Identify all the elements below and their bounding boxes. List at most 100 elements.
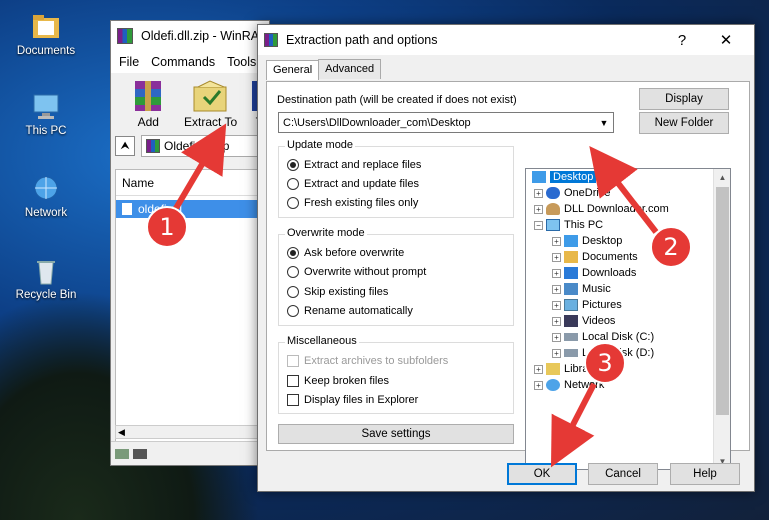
- radio-skip-existing[interactable]: Skip existing files: [287, 286, 388, 298]
- tree-item-documents[interactable]: + Documents: [552, 251, 638, 263]
- radio-overwrite-without-prompt[interactable]: Overwrite without prompt: [287, 266, 426, 278]
- expand-icon[interactable]: +: [552, 236, 561, 246]
- radio-rename-automatically[interactable]: Rename automatically: [287, 305, 413, 317]
- expand-icon[interactable]: +: [552, 300, 561, 310]
- radio-control[interactable]: [287, 178, 299, 190]
- pictures-icon: [564, 299, 578, 311]
- extract-to-button[interactable]: Extract To: [182, 79, 240, 131]
- tree-item-pictures[interactable]: + Pictures: [552, 299, 622, 311]
- desktop-icon-label: Documents: [16, 45, 76, 57]
- expand-icon[interactable]: +: [534, 188, 543, 198]
- update-mode-group: Update mode Extract and replace files Ex…: [278, 139, 514, 218]
- desktop-icon-network[interactable]: Network: [6, 174, 86, 219]
- expand-icon[interactable]: +: [552, 252, 561, 262]
- expand-icon[interactable]: +: [534, 380, 543, 390]
- desktop-icon-recycle-bin[interactable]: Recycle Bin: [6, 256, 86, 301]
- expand-icon[interactable]: +: [534, 204, 543, 214]
- desktop-icon-documents[interactable]: Documents: [6, 12, 86, 57]
- menu-commands[interactable]: Commands: [151, 55, 215, 69]
- expand-icon[interactable]: +: [552, 316, 561, 326]
- ok-button[interactable]: OK: [507, 463, 577, 485]
- tab-advanced[interactable]: Advanced: [318, 59, 382, 79]
- display-button[interactable]: Display: [639, 88, 729, 110]
- horizontal-scrollbar[interactable]: ◀: [115, 425, 265, 439]
- archive-path-field[interactable]: Oldefi.dll.zip: [141, 135, 265, 157]
- radio-label: Overwrite without prompt: [304, 266, 427, 278]
- scroll-thumb[interactable]: [716, 187, 729, 415]
- destination-path-label: Destination path (will be created if doe…: [277, 94, 517, 106]
- radio-extract-update[interactable]: Extract and update files: [287, 178, 419, 190]
- tree-item-this-pc[interactable]: − This PC: [534, 219, 603, 231]
- help-button[interactable]: Help: [670, 463, 740, 485]
- checkbox-control[interactable]: [287, 394, 299, 406]
- winrar-title-bar[interactable]: Oldefi.dll.zip - WinRAR: [111, 21, 269, 51]
- file-row-selected[interactable]: oldefi.dll: [116, 200, 264, 218]
- tab-general[interactable]: General: [266, 60, 320, 80]
- expand-icon[interactable]: +: [552, 332, 561, 342]
- add-button[interactable]: Add: [125, 79, 172, 131]
- up-arrow-icon: ⮝: [120, 139, 130, 152]
- radio-control[interactable]: [287, 305, 299, 317]
- dialog-tabs: General Advanced: [266, 59, 382, 80]
- tree-item-dll-downloader[interactable]: + DLL Downloader.com: [534, 203, 669, 215]
- menu-tools[interactable]: Tools: [227, 55, 256, 69]
- save-settings-button[interactable]: Save settings: [278, 424, 514, 444]
- expand-icon[interactable]: +: [552, 348, 561, 358]
- chevron-down-icon[interactable]: ▼: [595, 113, 613, 132]
- radio-control[interactable]: [287, 159, 299, 171]
- menu-file[interactable]: File: [119, 55, 139, 69]
- drive-icon: [564, 349, 578, 357]
- libraries-icon: [546, 363, 560, 375]
- tree-item-desktop-root[interactable]: Desktop: [532, 171, 597, 183]
- up-folder-button[interactable]: ⮝: [115, 136, 135, 156]
- dll-file-icon: [122, 203, 132, 215]
- folder-tree[interactable]: Desktop + OneDrive + DLL Downloader.com − T…: [525, 168, 731, 470]
- scroll-up-icon[interactable]: ▲: [714, 169, 730, 185]
- expand-icon[interactable]: +: [552, 284, 561, 294]
- desktop-icon-label: Network: [24, 207, 68, 219]
- dialog-title: Extraction path and options: [286, 33, 438, 47]
- checkbox-keep-broken[interactable]: Keep broken files: [287, 375, 389, 387]
- extract-to-label: Extract To: [183, 115, 238, 129]
- radio-label: Fresh existing files only: [304, 197, 419, 209]
- videos-icon: [564, 315, 578, 327]
- tree-item-onedrive[interactable]: + OneDrive: [534, 187, 610, 199]
- step-badge-2: 2: [650, 226, 692, 268]
- radio-control[interactable]: [287, 266, 299, 278]
- radio-control[interactable]: [287, 286, 299, 298]
- destination-path-combobox[interactable]: C:\Users\DllDownloader_com\Desktop ▼: [278, 112, 614, 133]
- radio-ask-before-overwrite[interactable]: Ask before overwrite: [287, 247, 404, 259]
- winrar-path-bar: ⮝ Oldefi.dll.zip: [115, 133, 265, 159]
- radio-fresh-existing[interactable]: Fresh existing files only: [287, 197, 418, 209]
- column-header-name[interactable]: Name: [116, 170, 264, 196]
- desktop-icon: [532, 171, 546, 183]
- collapse-icon[interactable]: −: [534, 220, 543, 230]
- checkbox-control[interactable]: [287, 375, 299, 387]
- cancel-button[interactable]: Cancel: [588, 463, 658, 485]
- add-button-label: Add: [137, 115, 159, 129]
- radio-control[interactable]: [287, 247, 299, 259]
- radio-extract-replace[interactable]: Extract and replace files: [287, 159, 421, 171]
- checkbox-label: Keep broken files: [304, 375, 389, 387]
- radio-label: Skip existing files: [304, 286, 389, 298]
- checkbox-extract-subfolders[interactable]: Extract archives to subfolders: [287, 355, 448, 367]
- checkbox-display-explorer[interactable]: Display files in Explorer: [287, 394, 418, 406]
- dialog-title-bar[interactable]: Extraction path and options ? ✕: [258, 25, 754, 55]
- tree-item-desktop[interactable]: + Desktop: [552, 235, 622, 247]
- new-folder-button[interactable]: New Folder: [639, 112, 729, 134]
- tree-item-downloads[interactable]: + Downloads: [552, 267, 636, 279]
- checkbox-control[interactable]: [287, 355, 299, 367]
- close-button[interactable]: ✕: [704, 25, 748, 55]
- tree-item-music[interactable]: + Music: [552, 283, 611, 295]
- radio-label: Extract and update files: [304, 178, 419, 190]
- radio-label: Ask before overwrite: [304, 247, 405, 259]
- tree-item-videos[interactable]: + Videos: [552, 315, 615, 327]
- miscellaneous-group: Miscellaneous Extract archives to subfol…: [278, 335, 514, 414]
- tree-vertical-scrollbar[interactable]: ▲ ▼: [713, 169, 730, 469]
- desktop-icon-this-pc[interactable]: This PC: [6, 92, 86, 137]
- help-title-button[interactable]: ?: [660, 25, 704, 55]
- radio-control[interactable]: [287, 197, 299, 209]
- expand-icon[interactable]: +: [552, 268, 561, 278]
- expand-icon[interactable]: +: [534, 364, 543, 374]
- winrar-status-bar: [111, 441, 269, 465]
